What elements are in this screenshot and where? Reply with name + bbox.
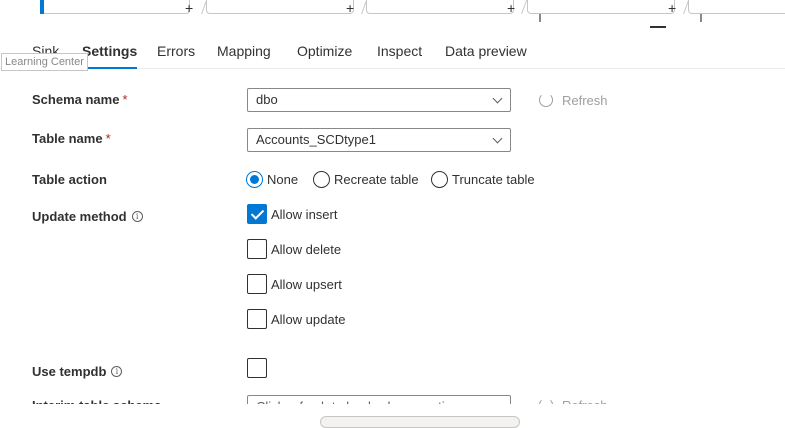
checkbox-allow-insert[interactable]: Allow insert [247, 204, 337, 224]
checkbox-empty-icon [247, 274, 267, 294]
checkbox-empty-icon [247, 358, 267, 378]
settings-tab-bar: Sink Settings Errors Mapping Optimize In… [0, 30, 785, 69]
chevron-down-icon [492, 93, 503, 104]
radio-unselected-icon [431, 171, 448, 188]
required-marker: * [122, 92, 128, 107]
info-icon[interactable]: i [131, 211, 143, 222]
tab-inspect[interactable]: Inspect [377, 43, 422, 59]
use-tempdb-label: Use tempdb i [32, 364, 123, 379]
pipeline-node[interactable] [206, 0, 354, 14]
tab-settings[interactable]: Settings [82, 43, 138, 69]
info-icon[interactable]: i [111, 366, 123, 377]
radio-truncate-table[interactable]: Truncate table [431, 171, 535, 188]
schema-name-dropdown[interactable]: dbo [247, 88, 511, 112]
schema-name-value: dbo [256, 92, 278, 107]
pipeline-canvas-strip: + + + + [0, 0, 785, 30]
checkbox-allow-delete[interactable]: Allow delete [247, 239, 341, 259]
pipeline-node[interactable] [40, 0, 190, 14]
tab-data-preview[interactable]: Data preview [445, 43, 527, 59]
table-name-label: Table name * [32, 131, 111, 146]
selected-node-indicator [650, 26, 666, 28]
required-marker: * [105, 131, 111, 146]
checkbox-empty-icon [247, 239, 267, 259]
add-step-icon[interactable]: + [185, 0, 193, 16]
checkbox-allow-upsert[interactable]: Allow upsert [247, 274, 342, 294]
checkbox-allow-update[interactable]: Allow update [247, 309, 345, 329]
chevron-down-icon [492, 133, 503, 144]
checkbox-empty-icon [247, 309, 267, 329]
tab-optimize[interactable]: Optimize [297, 43, 352, 59]
table-name-value: Accounts_SCDtype1 [256, 132, 376, 147]
schema-name-label: Schema name * [32, 92, 128, 107]
add-step-icon[interactable]: + [668, 0, 676, 16]
horizontal-scrollbar[interactable] [320, 416, 520, 428]
radio-none[interactable]: None [246, 171, 298, 188]
update-method-label: Update method i [32, 209, 143, 224]
refresh-icon [539, 93, 553, 107]
table-name-dropdown[interactable]: Accounts_SCDtype1 [247, 128, 511, 152]
schema-refresh-button[interactable]: Refresh [539, 93, 608, 108]
add-step-icon[interactable]: + [346, 0, 354, 16]
tab-mapping[interactable]: Mapping [217, 43, 271, 59]
pipeline-node[interactable] [366, 0, 514, 14]
pipeline-node[interactable] [688, 0, 785, 14]
checkbox-use-tempdb[interactable] [247, 358, 271, 378]
radio-unselected-icon [313, 171, 330, 188]
add-step-icon[interactable]: + [507, 0, 515, 16]
radio-recreate-table[interactable]: Recreate table [313, 171, 419, 188]
learning-center-tooltip: Learning Center [1, 53, 88, 71]
checkmark-icon [247, 204, 267, 224]
tab-errors[interactable]: Errors [157, 43, 195, 59]
pipeline-node[interactable] [527, 0, 675, 14]
table-action-label: Table action [32, 172, 107, 187]
radio-selected-icon [246, 171, 263, 188]
